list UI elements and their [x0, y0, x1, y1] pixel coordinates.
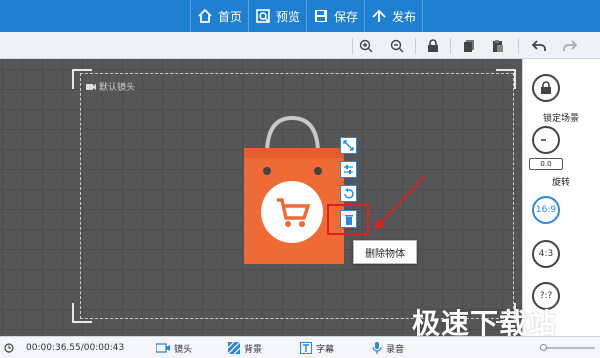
frame-corner[interactable] — [72, 303, 92, 323]
lock-scene-label: 锁定场景 — [542, 114, 579, 124]
flip-tool-button[interactable] — [340, 137, 357, 154]
playback-time: 00:00:36.55/00:00:43 — [4, 337, 124, 358]
animation-tool-button[interactable] — [340, 185, 357, 202]
zoom-in-icon[interactable] — [357, 37, 375, 55]
lock-icon — [541, 81, 551, 94]
trash-icon — [344, 214, 353, 225]
undo-icon[interactable] — [530, 37, 548, 55]
top-menu-bar: 首页 预览 保存 发布 — [0, 0, 600, 32]
toolbar-divider — [352, 38, 353, 54]
zoom-slider[interactable] — [540, 347, 595, 349]
background-tab-label: 背景 — [244, 344, 263, 355]
camera-icon — [86, 83, 96, 91]
rotate-value-input[interactable]: 0.0 — [529, 158, 563, 170]
toolbar-divider — [415, 38, 416, 54]
preview-icon — [255, 8, 271, 24]
edit-toolbar — [0, 32, 600, 59]
camera-label-text: 默认镜头 — [99, 83, 136, 93]
subtitle-icon — [300, 342, 312, 354]
time-text: 00:00:36.55/00:00:43 — [26, 343, 125, 353]
subtitle-tab[interactable]: 字幕 — [300, 337, 334, 358]
dial-icon — [541, 139, 546, 141]
camera-icon — [156, 343, 170, 353]
microphone-icon — [372, 342, 382, 354]
copy-icon[interactable] — [460, 37, 478, 55]
rotate-label: 旋转 — [551, 178, 570, 188]
record-tab-label: 录音 — [386, 344, 405, 355]
adjust-tool-button[interactable] — [340, 161, 357, 178]
delete-tooltip: 删除物体 — [353, 240, 417, 264]
save-menu-item[interactable]: 保存 — [307, 0, 364, 32]
lock-scene-button[interactable] — [532, 74, 560, 102]
toolbar-divider — [518, 38, 519, 54]
clock-icon — [4, 343, 14, 353]
preview-menu-item[interactable]: 预览 — [249, 0, 306, 32]
publish-label: 发布 — [392, 9, 417, 24]
background-icon — [228, 342, 240, 354]
rotate-dial[interactable] — [532, 126, 560, 154]
delete-object-button[interactable] — [340, 210, 357, 228]
subtitle-tab-label: 字幕 — [316, 344, 335, 355]
rotate-effect-icon — [344, 188, 354, 199]
flip-icon — [343, 140, 354, 151]
bottom-bar: 00:00:36.55/00:00:43 镜头 背景 字幕 录音 — [0, 336, 600, 358]
toolbar-divider — [450, 38, 451, 54]
save-label: 保存 — [334, 9, 359, 24]
camera-label: 默认镜头 — [86, 80, 135, 93]
ratio-16-9-button[interactable]: 16:9 — [532, 196, 560, 224]
save-icon — [313, 8, 329, 24]
paste-icon[interactable] — [489, 37, 507, 55]
record-tab[interactable]: 录音 — [372, 337, 404, 358]
frame-corner[interactable] — [496, 69, 516, 89]
publish-menu-item[interactable]: 发布 — [365, 0, 422, 32]
ratio-4-3-button[interactable]: 4:3 — [532, 240, 560, 268]
home-menu-item[interactable]: 首页 — [191, 0, 248, 32]
lock-icon[interactable] — [424, 37, 442, 55]
annotation-arrow — [374, 175, 426, 230]
main-menu: 首页 预览 保存 发布 — [190, 0, 424, 32]
publish-icon — [371, 8, 387, 24]
redo-icon[interactable] — [561, 37, 579, 55]
home-icon — [197, 8, 213, 24]
camera-tab[interactable]: 镜头 — [156, 337, 192, 358]
menu-divider — [422, 0, 424, 32]
camera-tab-label: 镜头 — [174, 344, 193, 355]
background-tab[interactable]: 背景 — [228, 337, 262, 358]
zoom-out-icon[interactable] — [388, 37, 406, 55]
zoom-slider-handle[interactable] — [540, 344, 547, 351]
sliders-icon — [344, 165, 353, 174]
home-label: 首页 — [218, 9, 243, 24]
preview-label: 预览 — [276, 9, 301, 24]
